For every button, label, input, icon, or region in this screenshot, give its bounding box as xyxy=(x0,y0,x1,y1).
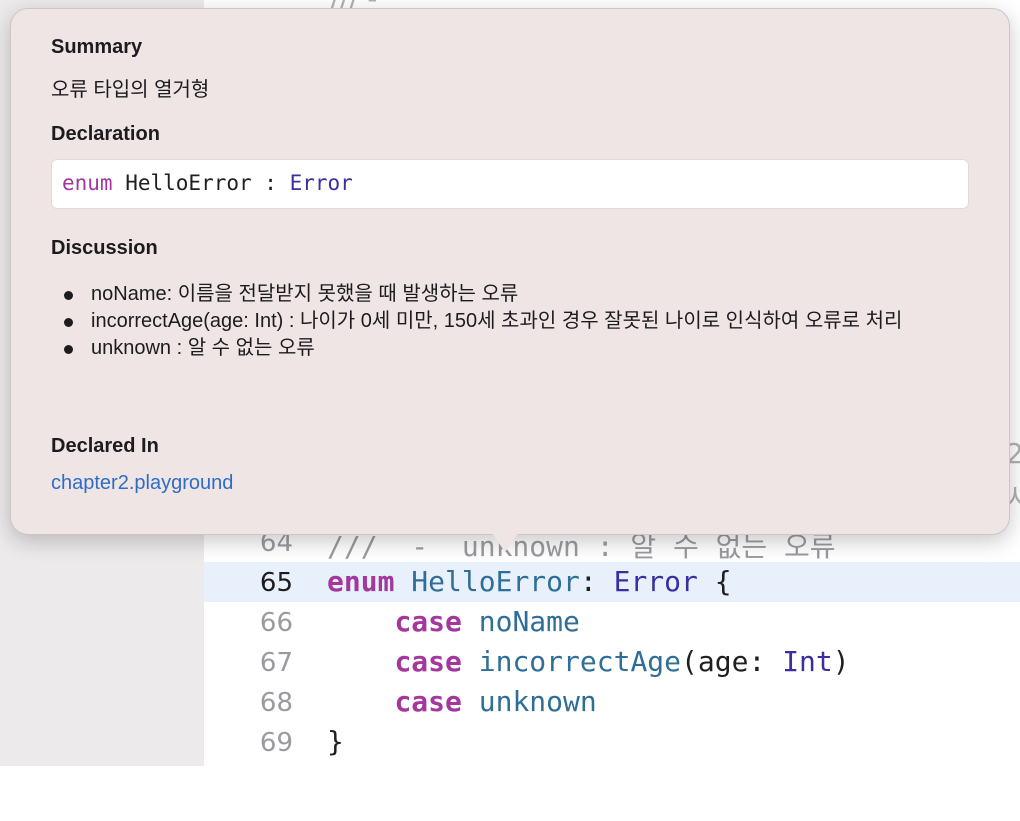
decl-keyword: enum xyxy=(62,171,113,195)
list-item: incorrectAge(age: Int) : 나이가 0세 미만, 150세… xyxy=(51,309,981,334)
code-text: case noName xyxy=(327,605,580,638)
case-noname: noName xyxy=(478,605,580,638)
keyword-enum: enum xyxy=(327,565,395,598)
line-number: 66 xyxy=(259,608,293,638)
decl-type: Error xyxy=(289,171,353,195)
discussion-item-text: noName: 이름을 전달받지 못했을 때 발생하는 오류 xyxy=(91,283,519,305)
type-name[interactable]: HelloError xyxy=(411,565,580,598)
quick-help-popover: Summary 오류 타입의 열거형 Declaration enum Hell… xyxy=(10,8,1010,535)
code-line-68[interactable]: 68 case unknown xyxy=(204,682,1020,722)
keyword-case: case xyxy=(394,605,462,638)
protocol-name[interactable]: Error xyxy=(614,565,698,598)
code-line-67[interactable]: 67 case incorrectAge(age: Int) xyxy=(204,642,1020,682)
declared-in-link[interactable]: chapter2.playground xyxy=(51,472,233,495)
paren-close: ) xyxy=(832,645,850,678)
line-number: 67 xyxy=(259,648,293,678)
code-line-66[interactable]: 66 case noName xyxy=(204,602,1020,642)
declaration-heading: Declaration xyxy=(51,123,160,145)
code-line-65[interactable]: 65 enum HelloError: Error { xyxy=(204,562,1020,602)
code-line-69[interactable]: 69 } xyxy=(204,722,1020,762)
discussion-item-text: incorrectAge(age: Int) : 나이가 0세 미만, 150세… xyxy=(91,310,903,332)
summary-text: 오류 타입의 열거형 xyxy=(51,79,210,101)
code-text: } xyxy=(327,725,344,758)
declared-in-heading: Declared In xyxy=(51,435,159,457)
code-text: case incorrectAge(age: Int) xyxy=(327,645,850,678)
int-type[interactable]: Int xyxy=(782,645,833,678)
list-item: noName: 이름을 전달받지 못했을 때 발생하는 오류 xyxy=(51,282,981,307)
case-unknown: unknown xyxy=(478,685,597,718)
line-number: 69 xyxy=(259,728,293,758)
discussion-item-text: unknown : 알 수 없는 오류 xyxy=(91,337,315,359)
colon: : xyxy=(579,565,614,598)
case-incorrectage: incorrectAge xyxy=(478,645,682,678)
keyword-case: case xyxy=(394,685,462,718)
discussion-list: noName: 이름을 전달받지 못했을 때 발생하는 오류 incorrect… xyxy=(51,282,981,363)
line-number: 68 xyxy=(259,688,293,718)
open-brace: { xyxy=(697,565,732,598)
decl-name: HelloError : xyxy=(112,171,290,195)
paren-open: (age: xyxy=(681,645,783,678)
code-text: case unknown xyxy=(327,685,597,718)
summary-heading: Summary xyxy=(51,36,143,58)
keyword-case: case xyxy=(394,645,462,678)
declaration-code-box: enum HelloError : Error xyxy=(51,159,969,209)
discussion-heading: Discussion xyxy=(51,237,158,259)
bullet-icon xyxy=(64,291,73,300)
popover-arrow xyxy=(487,526,523,552)
bullet-icon xyxy=(64,345,73,354)
bullet-icon xyxy=(64,318,73,327)
line-number: 65 xyxy=(259,568,293,598)
code-text: enum HelloError: Error { xyxy=(327,565,732,598)
list-item: unknown : 알 수 없는 오류 xyxy=(51,336,981,361)
